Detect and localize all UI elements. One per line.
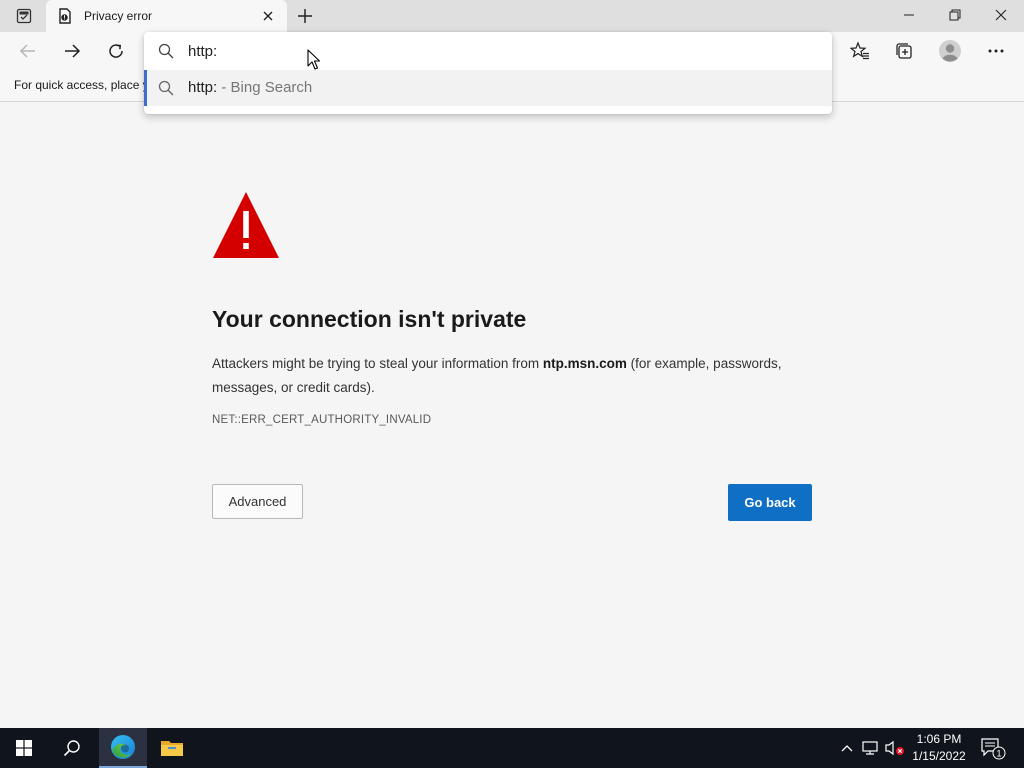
search-icon	[158, 80, 174, 96]
clock-date: 1/15/2022	[912, 749, 966, 763]
edge-browser-icon	[111, 735, 135, 759]
close-window-button[interactable]	[978, 0, 1024, 30]
favorites-bar-hint: For quick access, place y	[14, 78, 149, 92]
suggestion-query: http:	[188, 79, 218, 96]
tab-actions-menu-button[interactable]	[10, 7, 38, 25]
tab-actions-icon	[16, 8, 32, 24]
suggestion-text: http: - Bing Search	[188, 79, 312, 96]
error-description: Attackers might be trying to steal your …	[212, 352, 822, 400]
suggestion-separator: -	[217, 79, 231, 96]
network-icon	[862, 741, 878, 755]
back-arrow-icon	[19, 44, 35, 58]
advanced-button[interactable]: Advanced	[212, 484, 303, 519]
minimize-button[interactable]	[886, 0, 932, 30]
show-hidden-icons-button[interactable]	[838, 728, 856, 768]
address-bar	[144, 32, 832, 70]
search-suggestion[interactable]: http: - Bing Search	[144, 70, 832, 106]
privacy-error-icon	[59, 8, 71, 24]
collections-icon	[896, 43, 912, 59]
close-icon	[263, 11, 273, 21]
address-bar-dropdown: http: - Bing Search	[144, 32, 832, 114]
tab-title: Privacy error	[84, 9, 153, 23]
volume-button[interactable]	[884, 728, 906, 768]
plus-icon	[298, 9, 312, 23]
notification-count: 1	[996, 749, 1001, 759]
taskbar: 1:06 PM 1/15/2022 1	[0, 728, 1024, 768]
windows-logo-icon	[16, 740, 32, 756]
profile-icon	[939, 40, 961, 62]
taskbar-search-button[interactable]	[48, 728, 96, 768]
network-status-button[interactable]	[860, 728, 882, 768]
start-button[interactable]	[0, 728, 48, 768]
restore-icon	[949, 9, 961, 21]
volume-muted-icon	[885, 740, 904, 756]
clock-time: 1:06 PM	[916, 732, 962, 746]
favorites-icon	[850, 41, 869, 60]
action-center-button[interactable]: 1	[980, 736, 1006, 760]
folder-icon	[161, 741, 183, 756]
more-menu-icon	[988, 49, 1004, 53]
warning-triangle-icon	[213, 192, 279, 258]
chevron-up-icon	[841, 745, 853, 752]
notification-icon: 1	[981, 738, 1006, 760]
taskbar-edge-button[interactable]	[99, 728, 147, 768]
suggestion-provider: Bing Search	[230, 79, 313, 96]
favorites-button[interactable]	[845, 36, 875, 66]
more-menu-button[interactable]	[981, 36, 1011, 66]
collections-button[interactable]	[889, 36, 919, 66]
close-icon	[995, 9, 1007, 21]
tab-close-button[interactable]	[260, 8, 276, 24]
error-code: NET::ERR_CERT_AUTHORITY_INVALID	[212, 414, 432, 426]
go-back-button[interactable]: Go back	[728, 484, 812, 521]
refresh-button[interactable]	[101, 36, 131, 66]
back-button[interactable]	[13, 36, 43, 66]
minimize-icon	[904, 14, 914, 16]
search-icon	[158, 43, 174, 59]
tab-privacy-error[interactable]: Privacy error	[46, 0, 287, 32]
new-tab-button[interactable]	[294, 6, 316, 26]
forward-arrow-icon	[65, 44, 81, 58]
address-input[interactable]	[188, 41, 788, 61]
forward-button[interactable]	[57, 36, 87, 66]
search-icon	[63, 740, 80, 757]
restore-button[interactable]	[932, 0, 978, 30]
taskbar-file-explorer-button[interactable]	[148, 728, 196, 768]
mouse-cursor-icon	[307, 49, 321, 70]
error-description-prefix: Attackers might be trying to steal your …	[212, 356, 543, 371]
error-heading: Your connection isn't private	[212, 306, 527, 332]
system-clock[interactable]: 1:06 PM 1/15/2022	[906, 731, 972, 765]
profile-button[interactable]	[935, 36, 965, 66]
error-domain: ntp.msn.com	[542, 356, 627, 371]
refresh-icon	[109, 44, 123, 58]
tab-strip: Privacy error	[0, 0, 1024, 32]
